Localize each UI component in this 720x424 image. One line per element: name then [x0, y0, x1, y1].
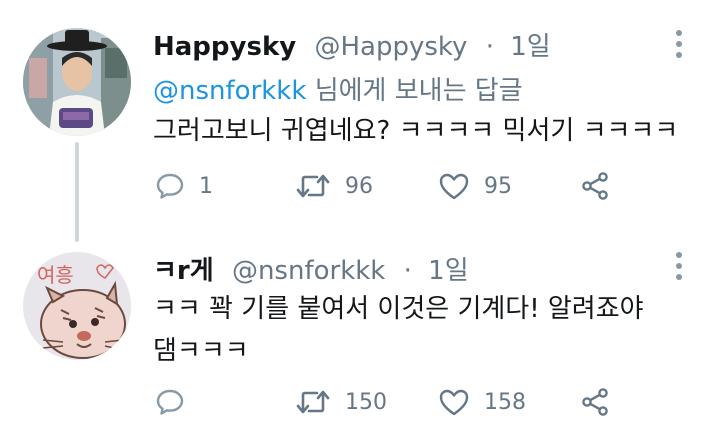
tweet-header: ㅋr게 @nsnforkkk · 1일 [153, 250, 469, 287]
share-icon [582, 388, 608, 416]
separator-dot: · [403, 256, 412, 286]
like-button[interactable]: 158 [438, 382, 526, 422]
reply-icon [156, 389, 184, 415]
tweet-text: ㅋㅋ 꽉 기를 붙여서 이것은 기계다! 알려죠야 댐ㅋㅋㅋ [153, 294, 644, 366]
tweet-text: 그러고보니 귀엽네요? ㅋㅋㅋㅋ 믹서기 ㅋㅋㅋㅋ [153, 116, 679, 146]
timestamp[interactable]: 1일 [428, 256, 468, 286]
reply-icon [156, 173, 184, 199]
replying-to-line: @nsnforkkk 님에게 보내는 답글 [153, 70, 523, 107]
display-name[interactable]: Happysky [153, 32, 296, 62]
tweet-header: Happysky @Happysky · 1일 [153, 26, 551, 63]
mention-link[interactable]: @nsnforkkk [153, 76, 306, 106]
retweet-button[interactable]: 150 [295, 382, 387, 422]
replying-to-label: 님에게 보내는 답글 [306, 76, 523, 106]
tweet-actions: 1 96 95 [155, 166, 635, 206]
share-button[interactable] [580, 382, 610, 422]
more-options-icon[interactable] [676, 30, 682, 58]
separator-dot: · [485, 32, 494, 62]
retweet-button[interactable]: 96 [295, 166, 373, 206]
like-icon [439, 173, 469, 200]
timestamp[interactable]: 1일 [510, 32, 550, 62]
reply-count: 1 [199, 173, 213, 199]
share-button[interactable] [580, 166, 610, 206]
handle[interactable]: @Happysky [314, 32, 467, 62]
like-button[interactable]: 95 [438, 166, 512, 206]
handle[interactable]: @nsnforkkk [232, 256, 385, 286]
share-icon [582, 172, 608, 200]
like-icon [439, 389, 469, 416]
retweet-icon [296, 390, 330, 414]
reply-button[interactable] [155, 382, 199, 422]
like-count: 95 [484, 173, 512, 199]
retweet-icon [296, 174, 330, 198]
avatar-nsnforkkk[interactable]: 여흥 [23, 252, 131, 360]
reply-button[interactable]: 1 [155, 166, 213, 206]
avatar-happysky[interactable] [23, 28, 131, 136]
tweet-nsnforkkk[interactable]: 여흥 ㅋr게 @nsnforkkk · 1일 ㅋㅋ 꽉 기를 붙여서 이것은 기… [0, 228, 720, 424]
retweet-count: 150 [345, 389, 387, 415]
display-name[interactable]: ㅋr게 [153, 256, 214, 286]
more-options-icon[interactable] [676, 252, 682, 280]
tweet-actions: 150 158 [155, 382, 635, 422]
tweet-happysky[interactable]: Happysky @Happysky · 1일 @nsnforkkk 님에게 보… [0, 0, 720, 228]
like-count: 158 [484, 389, 526, 415]
retweet-count: 96 [345, 173, 373, 199]
svg-text:여흥: 여흥 [37, 263, 74, 287]
